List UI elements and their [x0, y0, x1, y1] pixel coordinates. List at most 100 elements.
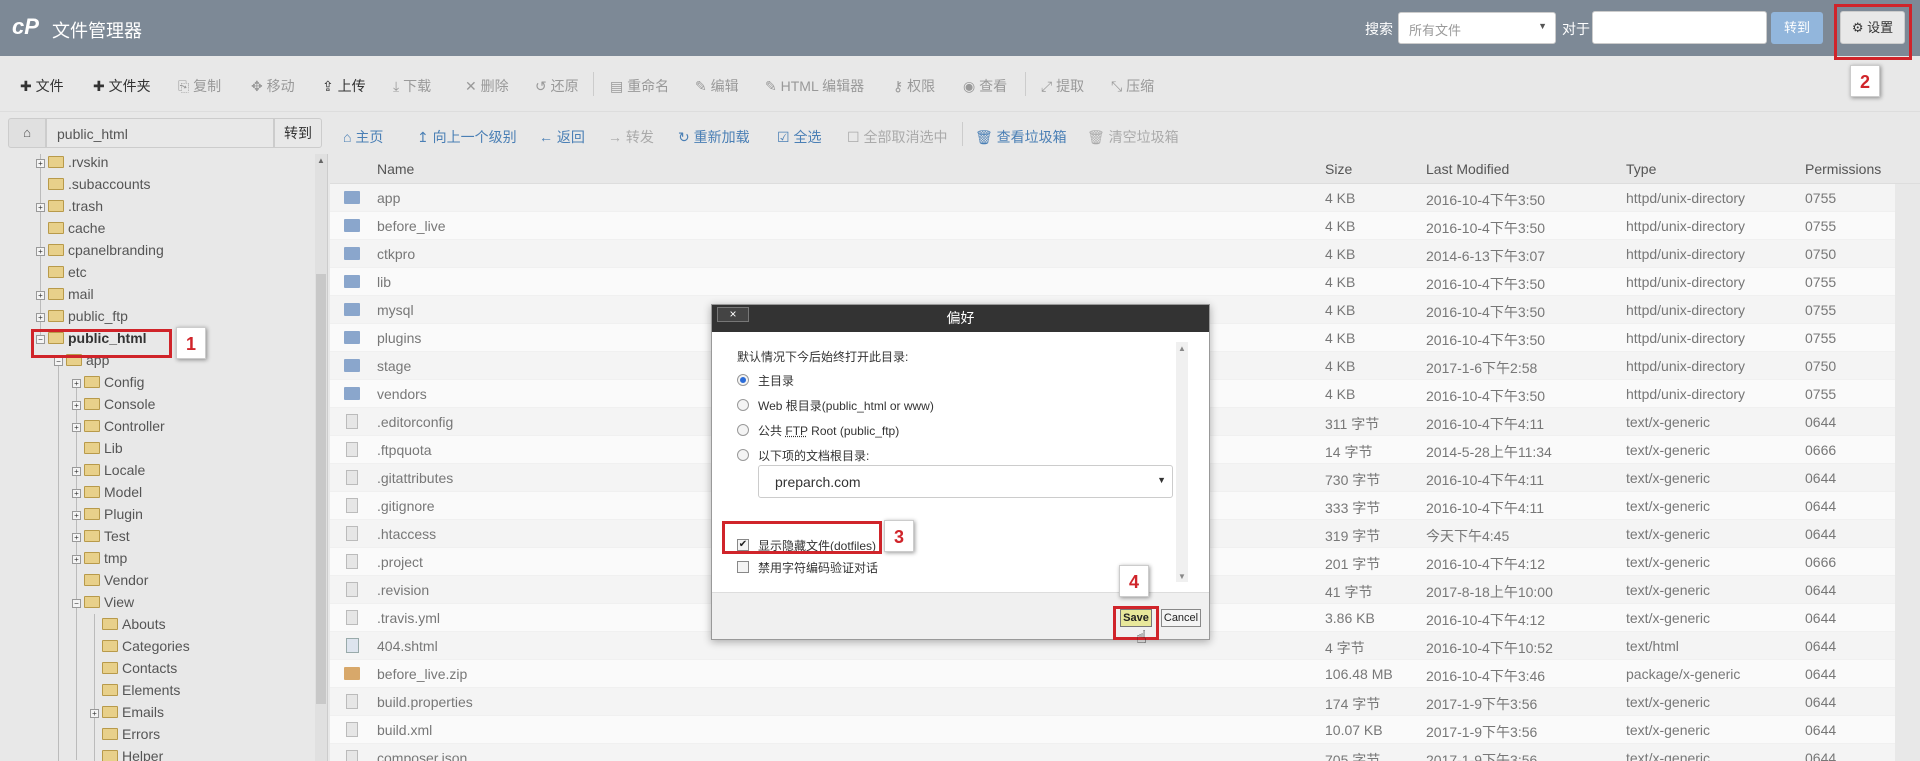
deselect-all-button[interactable]: ☐ 全部取消选中	[847, 127, 947, 147]
table-row[interactable]: build.properties 174 字节 2017-1-9下午3:56 text…	[330, 688, 1895, 716]
expand-toggle-icon[interactable]: +	[36, 246, 45, 256]
docroot-select[interactable]: preparch.com ▼	[758, 465, 1173, 498]
column-modified[interactable]: Last Modified	[1426, 154, 1509, 184]
tree-item[interactable]: Lib	[84, 440, 123, 462]
expand-toggle-icon[interactable]: +	[36, 312, 45, 322]
new-file-button[interactable]: ✚ 文件	[20, 76, 64, 96]
expand-toggle-icon[interactable]: +	[72, 400, 81, 410]
tree-item[interactable]: + mail	[36, 286, 94, 308]
expand-toggle-icon[interactable]: +	[90, 708, 99, 718]
scroll-down-icon[interactable]: ▼	[1178, 572, 1186, 581]
tree-item[interactable]: + tmp	[72, 550, 127, 572]
path-go-button[interactable]: 转到	[274, 118, 322, 148]
expand-toggle-icon[interactable]: +	[72, 378, 81, 388]
tree-item[interactable]: cache	[48, 220, 105, 242]
view-button[interactable]: ◉ 查看	[963, 76, 1007, 96]
tree-scrollbar-thumb[interactable]	[316, 274, 326, 704]
expand-toggle-icon[interactable]: +	[36, 158, 45, 168]
download-button[interactable]: ⤓ 下载	[393, 76, 431, 96]
tree-item[interactable]: + Test	[72, 528, 130, 550]
upload-button[interactable]: ⇪ 上传	[322, 76, 366, 96]
column-size[interactable]: Size	[1325, 154, 1352, 184]
html-editor-button[interactable]: ✎ HTML 编辑器	[765, 76, 864, 96]
reload-button[interactable]: ↻ 重新加载	[678, 127, 750, 147]
search-go-button[interactable]: 转到	[1771, 12, 1823, 44]
tree-item[interactable]: etc	[48, 264, 87, 286]
nav-up-button[interactable]: ↥ 向上一个级别	[417, 127, 517, 147]
permissions-button[interactable]: ⚷ 权限	[893, 76, 935, 96]
tree-item[interactable]: + .rvskin	[36, 154, 108, 176]
radio-docroot-label: 以下项的文档根目录:	[758, 449, 870, 463]
tree-item[interactable]: Vendor	[84, 572, 148, 594]
tree-item[interactable]: + Model	[72, 484, 142, 506]
home-icon[interactable]: ⌂	[8, 118, 46, 148]
close-icon[interactable]: ×	[717, 307, 749, 322]
disable-charset-checkbox[interactable]	[737, 561, 749, 573]
column-permissions[interactable]: Permissions	[1805, 154, 1881, 184]
expand-toggle-icon[interactable]: +	[72, 510, 81, 520]
cancel-button[interactable]: Cancel	[1161, 609, 1201, 627]
column-name[interactable]: Name	[377, 154, 414, 184]
new-folder-button[interactable]: ✚ 文件夹	[93, 76, 151, 96]
tree-item[interactable]: + cpanelbranding	[36, 242, 164, 264]
expand-toggle-icon[interactable]: +	[72, 488, 81, 498]
empty-trash-button[interactable]: 🗑 清空垃圾箱	[1087, 127, 1179, 147]
table-row[interactable]: before_live 4 KB 2016-10-4下午3:50 httpd/unix…	[330, 212, 1895, 240]
table-row[interactable]: before_live.zip 106.48 MB 2016-10-4下午3:46 p…	[330, 660, 1895, 688]
cell-type: httpd/unix-directory	[1626, 358, 1746, 374]
tree-item[interactable]: + Emails	[90, 704, 164, 726]
expand-toggle-icon[interactable]: −	[72, 598, 81, 608]
tree-item[interactable]: + Plugin	[72, 506, 143, 528]
select-all-button[interactable]: ☑ 全选	[777, 127, 821, 147]
expand-toggle-icon[interactable]: +	[72, 422, 81, 432]
tree-item[interactable]: .subaccounts	[48, 176, 151, 198]
tree-item[interactable]: Elements	[102, 682, 180, 704]
tree-item[interactable]: + public_ftp	[36, 308, 128, 330]
nav-back-button[interactable]: ← 返回	[539, 127, 585, 147]
radio-ftp-root[interactable]	[737, 424, 749, 436]
delete-button[interactable]: ✕ 删除	[465, 76, 509, 96]
tree-item[interactable]: + Locale	[72, 462, 145, 484]
search-scope-select[interactable]: 所有文件 ▼	[1398, 12, 1556, 44]
tree-item[interactable]: − View	[72, 594, 134, 616]
dialog-scrollbar[interactable]	[1176, 342, 1188, 582]
tree-item[interactable]: Helper	[102, 748, 163, 761]
tree-item[interactable]: Errors	[102, 726, 160, 748]
tree-item[interactable]: + Console	[72, 396, 155, 418]
expand-toggle-icon[interactable]: +	[72, 466, 81, 476]
expand-toggle-icon[interactable]: +	[72, 532, 81, 542]
tree-item[interactable]: Contacts	[102, 660, 177, 682]
expand-toggle-icon[interactable]: +	[36, 202, 45, 212]
radio-home[interactable]	[737, 374, 749, 386]
move-button[interactable]: ✥ 移动	[251, 76, 295, 96]
view-trash-button[interactable]: 🗑 查看垃圾箱	[975, 127, 1067, 147]
restore-button[interactable]: ↺ 还原	[535, 76, 579, 96]
extract-button[interactable]: ⤢ 提取	[1041, 76, 1084, 96]
table-row[interactable]: composer.json 705 字节 2017-1-9下午3:56 text/x-…	[330, 744, 1895, 761]
tree-item[interactable]: + Config	[72, 374, 144, 396]
rename-button[interactable]: ▤ 重命名	[610, 76, 669, 96]
search-input[interactable]	[1592, 11, 1767, 44]
column-type[interactable]: Type	[1626, 154, 1656, 184]
scroll-up-icon[interactable]: ▲	[1178, 344, 1186, 353]
tree-item[interactable]: Categories	[102, 638, 190, 660]
table-row[interactable]: build.xml 10.07 KB 2017-1-9下午3:56 text/x-ge…	[330, 716, 1895, 744]
copy-button[interactable]: ⎘ 复制	[178, 76, 221, 96]
scroll-up-icon[interactable]: ▲	[317, 156, 325, 165]
table-row[interactable]: ctkpro 4 KB 2014-6-13下午3:07 httpd/unix-dire…	[330, 240, 1895, 268]
expand-toggle-icon[interactable]: +	[36, 290, 45, 300]
nav-home-button[interactable]: ⌂ 主页	[343, 127, 383, 147]
radio-web-root[interactable]	[737, 399, 749, 411]
path-input[interactable]: public_html	[46, 118, 274, 148]
compress-button[interactable]: ⤡ 压缩	[1111, 76, 1154, 96]
tree-item[interactable]: Abouts	[102, 616, 166, 638]
nav-forward-button[interactable]: → 转发	[608, 127, 654, 147]
table-row[interactable]: lib 4 KB 2016-10-4下午3:50 httpd/unix-directo…	[330, 268, 1895, 296]
tree-item[interactable]: + Controller	[72, 418, 165, 440]
radio-docroot[interactable]	[737, 449, 749, 461]
tree-item[interactable]: + .trash	[36, 198, 103, 220]
expand-toggle-icon[interactable]: −	[54, 356, 63, 366]
edit-button[interactable]: ✎ 编辑	[695, 76, 739, 96]
table-row[interactable]: app 4 KB 2016-10-4下午3:50 httpd/unix-directo…	[330, 184, 1895, 212]
expand-toggle-icon[interactable]: +	[72, 554, 81, 564]
